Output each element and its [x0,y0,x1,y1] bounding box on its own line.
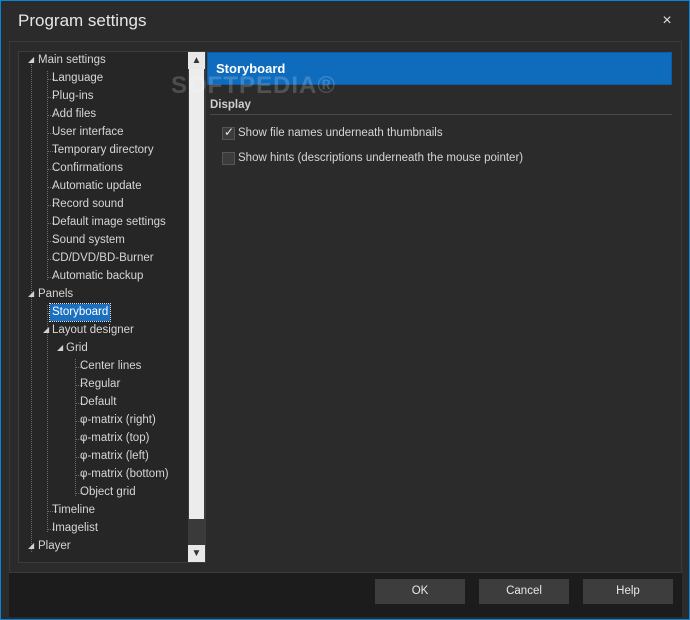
tree-item-phi-matrix-bottom[interactable]: φ-matrix (bottom) [78,466,171,483]
tree-item-phi-matrix-right[interactable]: φ-matrix (right) [78,412,158,429]
show-file-names-checkbox[interactable]: ✓ [222,125,235,140]
section-divider [210,114,672,115]
tree-item-layout-designer[interactable]: Layout designer [50,322,136,339]
expanded-triangle-icon[interactable]: ◢ [28,290,36,298]
window-title: Program settings [18,11,147,30]
tree-item-regular[interactable]: Regular [78,376,122,393]
tree-item-user-interface[interactable]: User interface [50,124,126,141]
expanded-triangle-icon[interactable]: ◢ [28,542,36,550]
tree-item-default[interactable]: Default [78,394,118,411]
tree-item-center-lines[interactable]: Center lines [78,358,143,375]
settings-content: ◢ Main settings Language Plug-ins Add fi… [9,41,682,573]
tree-item-phi-matrix-top[interactable]: φ-matrix (top) [78,430,151,447]
tree-item-add-files[interactable]: Add files [50,106,98,123]
settings-tree: ◢ Main settings Language Plug-ins Add fi… [18,51,206,563]
tree-item-phi-matrix-left[interactable]: φ-matrix (left) [78,448,151,465]
checkmark-icon: ✓ [224,125,235,139]
tree-item-imagelist[interactable]: Imagelist [50,520,100,537]
ok-button[interactable]: OK [375,579,465,604]
scroll-thumb[interactable] [189,69,204,519]
show-file-names-label[interactable]: Show file names underneath thumbnails [238,127,443,139]
tree-item-grid[interactable]: Grid [64,340,90,357]
tree-item-player[interactable]: Player [36,538,73,555]
tree-item-sound-system[interactable]: Sound system [50,232,127,249]
tree-item-temporary-directory[interactable]: Temporary directory [50,142,156,159]
tree-item-storyboard[interactable]: Storyboard [48,303,112,322]
tree-guide-main [47,71,48,280]
tree-item-timeline[interactable]: Timeline [50,502,97,519]
tree-item-confirmations[interactable]: Confirmations [50,160,125,177]
tree-guide-panels [47,305,48,532]
scroll-up-icon[interactable]: ▲ [188,52,205,69]
show-hints-label[interactable]: Show hints (descriptions underneath the … [238,152,523,164]
tree-item-default-image-settings[interactable]: Default image settings [50,214,168,231]
section-heading-display: Display [210,99,251,111]
tree-item-automatic-update[interactable]: Automatic update [50,178,144,195]
tree-item-automatic-backup[interactable]: Automatic backup [50,268,145,285]
tree-guide-root [31,64,32,552]
tree-item-plug-ins[interactable]: Plug-ins [50,88,96,105]
expanded-triangle-icon[interactable]: ◢ [28,56,36,64]
title-bar: Program settings × [1,1,689,41]
tree-list: ◢ Main settings Language Plug-ins Add fi… [19,52,189,562]
program-settings-window: Program settings × ◢ Main settings Langu… [0,0,690,620]
tree-item-main-settings[interactable]: Main settings [36,52,108,69]
softpedia-watermark: SOFTPEDIA® [171,72,337,99]
dialog-footer: OK Cancel Help [9,573,682,617]
tree-item-record-sound[interactable]: Record sound [50,196,126,213]
tree-item-language[interactable]: Language [50,70,105,87]
cancel-button[interactable]: Cancel [479,579,569,604]
tree-item-panels[interactable]: Panels [36,286,75,303]
tree-item-cd-dvd-bd-burner[interactable]: CD/DVD/BD-Burner [50,250,156,267]
tree-scrollbar[interactable]: ▲ ▼ [188,52,205,562]
tree-item-object-grid[interactable]: Object grid [78,484,138,501]
close-icon[interactable]: × [655,9,679,33]
scroll-down-icon[interactable]: ▼ [188,545,205,562]
help-button[interactable]: Help [583,579,673,604]
show-hints-checkbox[interactable] [222,152,235,165]
